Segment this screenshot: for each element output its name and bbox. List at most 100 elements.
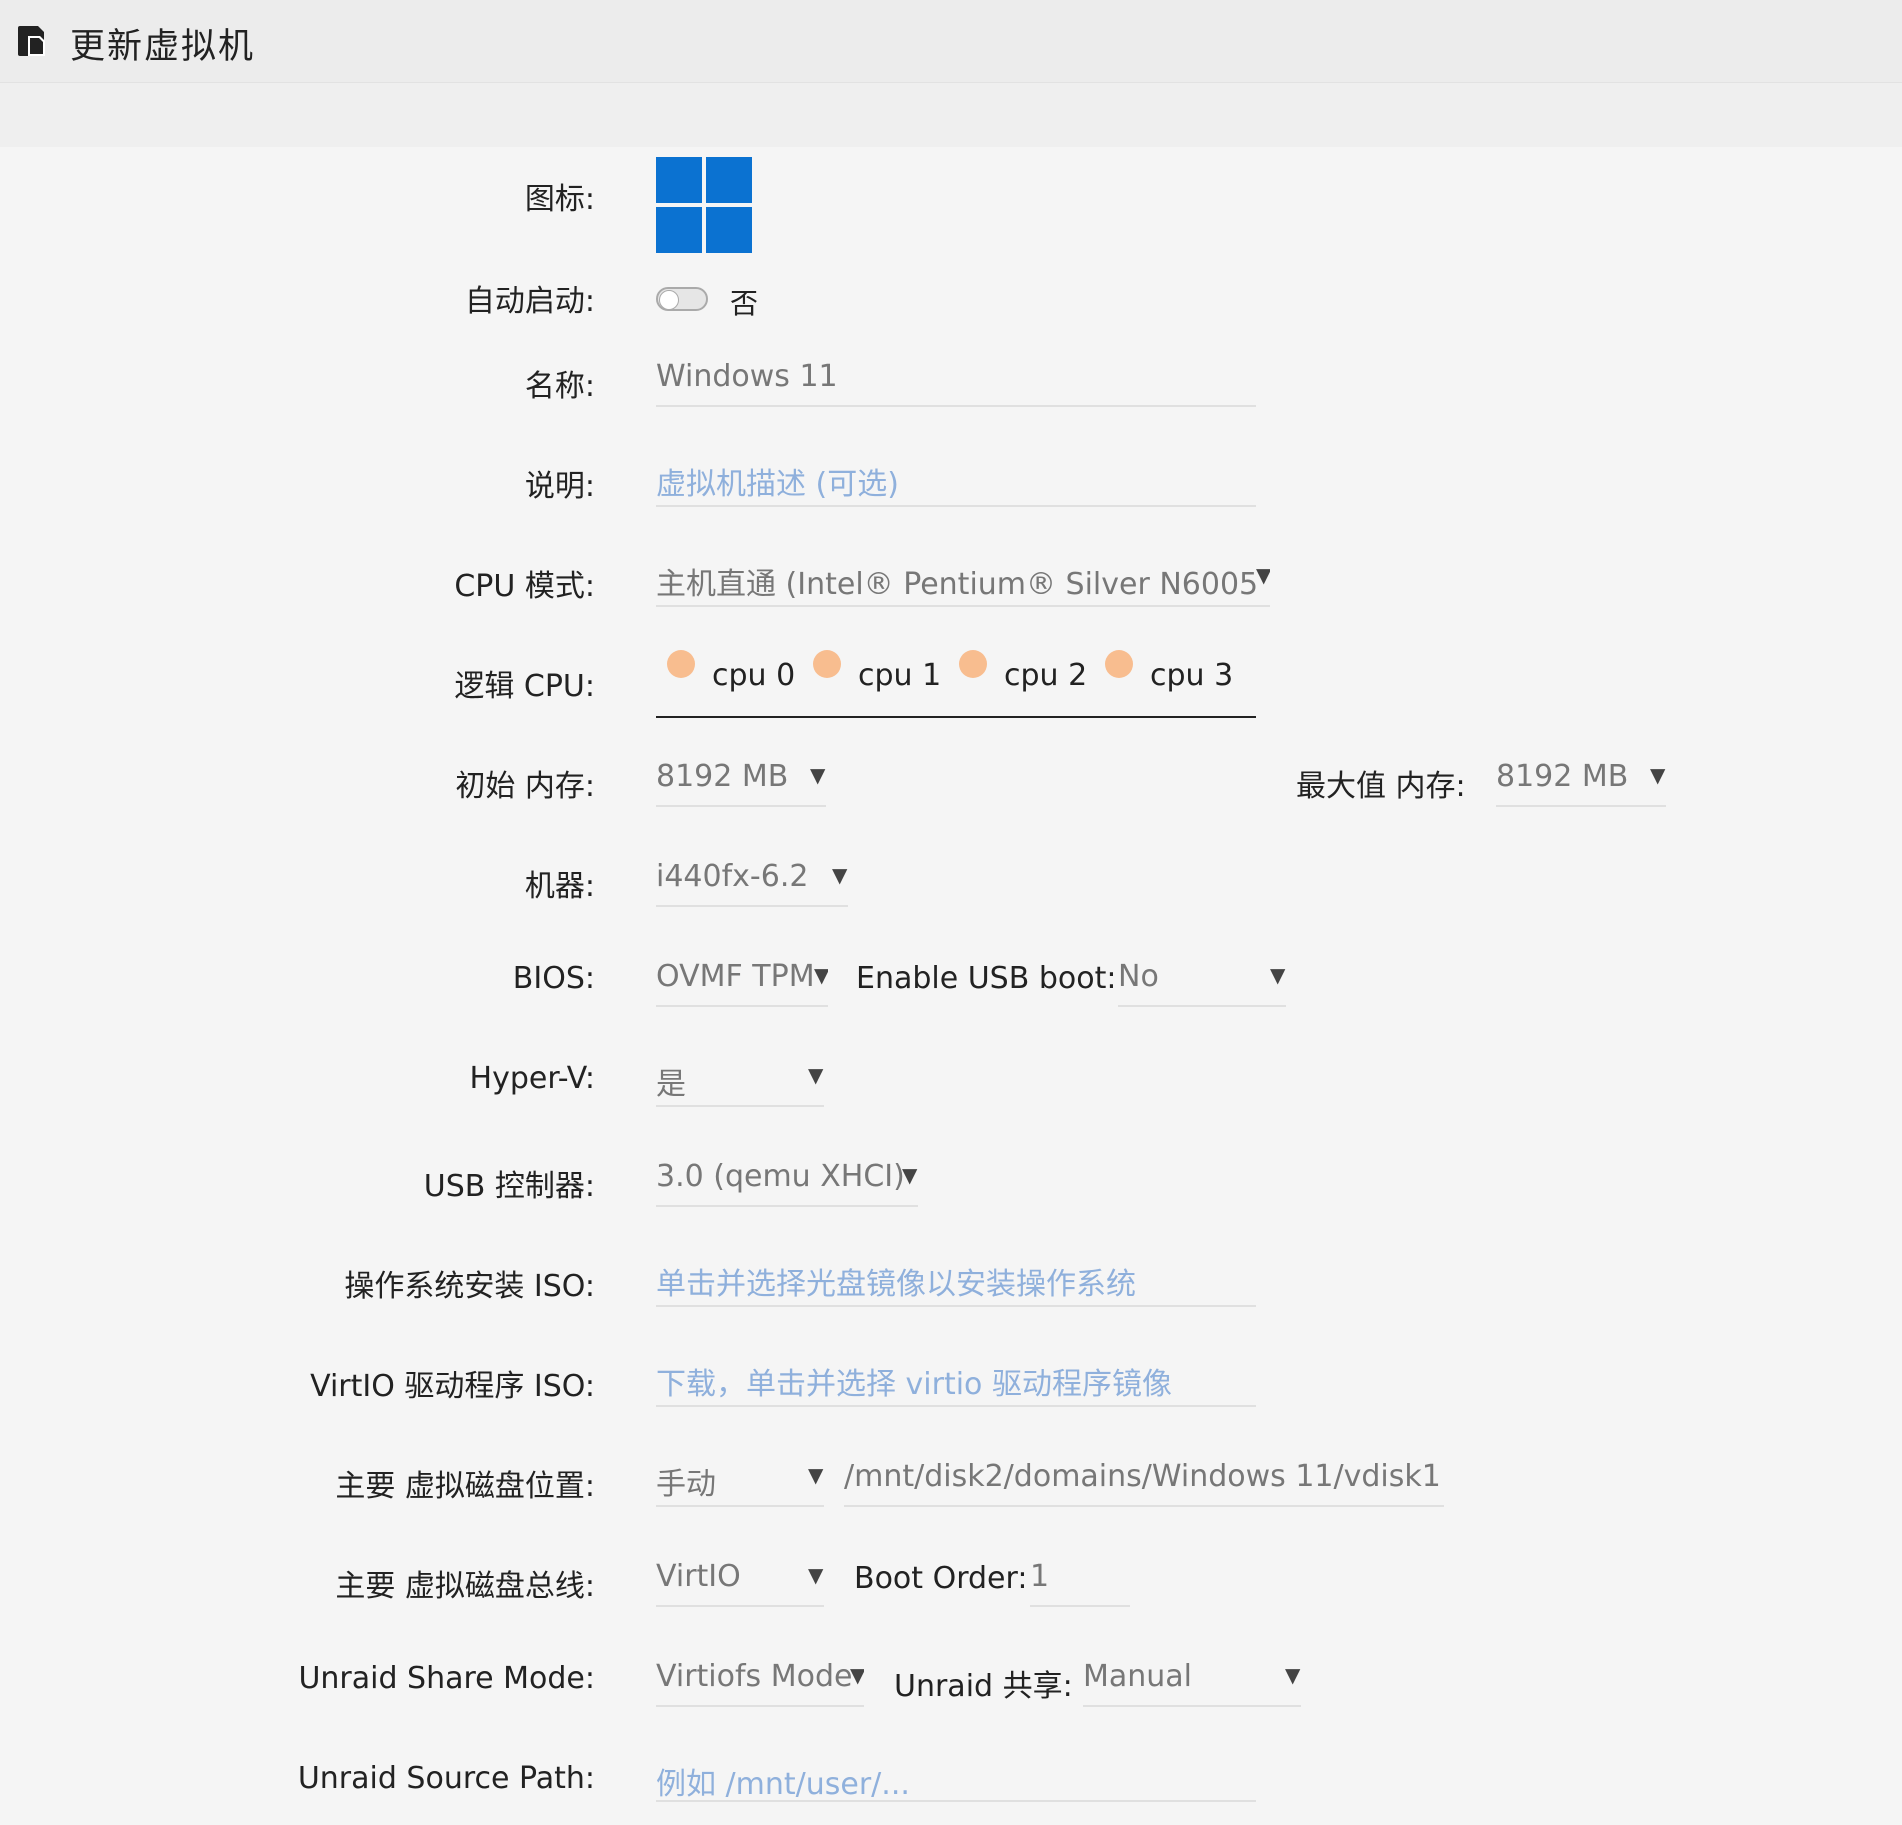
initial-memory-label: 初始 内存:: [455, 769, 595, 804]
cpu-mode-select[interactable]: 主机直通 (Intel® Pentium® Silver N6005 ▼: [656, 545, 1270, 607]
cpu-label: cpu 2: [1004, 658, 1088, 693]
primary-disk-bus-value: VirtIO: [656, 1559, 741, 1594]
autostart-toggle[interactable]: [656, 287, 708, 311]
bios-select[interactable]: OVMF TPM ▼: [656, 945, 828, 1007]
toggle-knob: [659, 290, 679, 310]
share-mode-row: Unraid Share Mode: Virtiofs Mode ▼ Unrai…: [0, 1645, 1902, 1725]
cpu-checkbox-0[interactable]: cpu 0: [667, 650, 796, 693]
chevron-down-icon: ▼: [808, 1463, 824, 1487]
virtio-iso-row: VirtIO 驱动程序 ISO: 下载，单击并选择 virtio 驱动程序镜像: [0, 1345, 1902, 1425]
unraid-share-value: Manual: [1083, 1659, 1193, 1694]
primary-disk-bus-label: 主要 虚拟磁盘总线:: [335, 1569, 595, 1604]
cpu-label: cpu 1: [858, 658, 942, 693]
primary-disk-location-select[interactable]: 手动 ▼: [656, 1445, 824, 1507]
unraid-share-select[interactable]: Manual ▼: [1083, 1645, 1301, 1707]
chevron-down-icon: ▼: [850, 1663, 864, 1687]
virtio-iso-placeholder: 下载，单击并选择 virtio 驱动程序镜像: [656, 1367, 1172, 1402]
chevron-down-icon: ▼: [1270, 963, 1286, 987]
name-input[interactable]: Windows 11: [656, 345, 1256, 407]
description-label: 说明:: [524, 469, 595, 504]
icon-row: 图标:: [0, 160, 1902, 240]
share-mode-select[interactable]: Virtiofs Mode ▼: [656, 1645, 864, 1707]
copy-document-icon: [14, 22, 52, 60]
cpu-label: cpu 0: [712, 658, 796, 693]
autostart-value: 否: [730, 287, 759, 320]
chevron-down-icon: ▼: [1285, 1663, 1301, 1687]
chevron-down-icon: ▼: [832, 863, 848, 887]
max-memory-value: 8192 MB: [1496, 759, 1629, 794]
chevron-down-icon: ▼: [808, 1563, 824, 1587]
bios-value: OVMF TPM: [656, 959, 815, 994]
machine-row: 机器: i440fx-6.2 ▼: [0, 845, 1902, 925]
primary-disk-bus-row: 主要 虚拟磁盘总线: VirtIO ▼ Boot Order: 1: [0, 1545, 1902, 1625]
hyperv-select[interactable]: 是 ▼: [656, 1045, 824, 1107]
chevron-down-icon: ▼: [810, 763, 826, 787]
primary-disk-bus-select[interactable]: VirtIO ▼: [656, 1545, 824, 1607]
usb-boot-label: Enable USB boot:: [856, 961, 1117, 996]
cpu-dot-icon: [813, 650, 841, 678]
bios-label: BIOS:: [512, 961, 595, 996]
cpu-checkbox-1[interactable]: cpu 1: [813, 650, 942, 693]
initial-memory-value: 8192 MB: [656, 759, 789, 794]
virtio-iso-input[interactable]: 下载，单击并选择 virtio 驱动程序镜像: [656, 1345, 1256, 1407]
chevron-down-icon: ▼: [1650, 763, 1666, 787]
cpu-dot-icon: [667, 650, 695, 678]
os-iso-row: 操作系统安装 ISO: 单击并选择光盘镜像以安装操作系统: [0, 1245, 1902, 1325]
windows-logo-icon[interactable]: [656, 157, 752, 253]
description-input[interactable]: 虚拟机描述 (可选): [656, 445, 1256, 507]
source-path-label: Unraid Source Path:: [297, 1761, 595, 1796]
virtio-iso-label: VirtIO 驱动程序 ISO:: [310, 1369, 595, 1404]
usb-boot-select[interactable]: No ▼: [1118, 945, 1286, 1007]
cpu-mode-value: 主机直通 (Intel® Pentium® Silver N6005: [656, 567, 1256, 602]
initial-memory-select[interactable]: 8192 MB ▼: [656, 745, 826, 807]
unraid-share-label: Unraid 共享:: [894, 1669, 1073, 1704]
machine-value: i440fx-6.2: [656, 859, 809, 894]
name-row: 名称: Windows 11: [0, 345, 1902, 425]
usb-boot-value: No: [1118, 959, 1159, 994]
boot-order-value: 1: [1030, 1559, 1050, 1594]
autostart-row: 自动启动: 否: [0, 260, 1902, 340]
os-iso-label: 操作系统安装 ISO:: [344, 1269, 595, 1304]
description-placeholder: 虚拟机描述 (可选): [656, 467, 899, 502]
usb-controller-label: USB 控制器:: [423, 1169, 595, 1204]
chevron-down-icon: ▼: [902, 1163, 918, 1187]
chevron-down-icon: ▼: [1256, 563, 1270, 587]
cpu-dot-icon: [1105, 650, 1133, 678]
usb-controller-row: USB 控制器: 3.0 (qemu XHCI) ▼: [0, 1145, 1902, 1225]
max-memory-label: 最大值 内存:: [1296, 769, 1466, 804]
os-iso-input[interactable]: 单击并选择光盘镜像以安装操作系统: [656, 1245, 1256, 1307]
primary-disk-path-input[interactable]: /mnt/disk2/domains/Windows 11/vdisk1.img: [844, 1445, 1444, 1507]
logical-cpu-label: 逻辑 CPU:: [454, 669, 595, 704]
usb-controller-select[interactable]: 3.0 (qemu XHCI) ▼: [656, 1145, 918, 1207]
usb-controller-value: 3.0 (qemu XHCI): [656, 1159, 905, 1194]
logical-cpu-group: cpu 0 cpu 1 cpu 2 cpu 3: [656, 640, 1256, 718]
hyperv-row: Hyper-V: 是 ▼: [0, 1045, 1902, 1125]
cpu-dot-icon: [959, 650, 987, 678]
share-mode-label: Unraid Share Mode:: [298, 1661, 595, 1696]
boot-order-input[interactable]: 1: [1030, 1545, 1130, 1607]
primary-disk-location-value: 手动: [656, 1467, 716, 1502]
machine-select[interactable]: i440fx-6.2 ▼: [656, 845, 848, 907]
primary-disk-path-value: /mnt/disk2/domains/Windows 11/vdisk1.img: [844, 1459, 1444, 1494]
cpu-checkbox-2[interactable]: cpu 2: [959, 650, 1088, 693]
primary-disk-location-row: 主要 虚拟磁盘位置: 手动 ▼ /mnt/disk2/domains/Windo…: [0, 1445, 1902, 1525]
source-path-row: Unraid Source Path: 例如 /mnt/user/...: [0, 1745, 1902, 1825]
page-title: 更新虚拟机: [70, 27, 256, 67]
autostart-label: 自动启动:: [464, 284, 595, 319]
title-bar: 更新虚拟机: [0, 0, 1902, 83]
cpu-label: cpu 3: [1150, 658, 1234, 693]
bios-row: BIOS: OVMF TPM ▼ Enable USB boot: No ▼: [0, 945, 1902, 1025]
memory-row: 初始 内存: 8192 MB ▼ 最大值 内存: 8192 MB ▼: [0, 745, 1902, 825]
chevron-down-icon: ▼: [814, 963, 828, 987]
max-memory-select[interactable]: 8192 MB ▼: [1496, 745, 1666, 807]
name-label: 名称:: [524, 369, 595, 404]
share-mode-value: Virtiofs Mode: [656, 1659, 853, 1694]
source-path-input[interactable]: 例如 /mnt/user/...: [656, 1745, 1256, 1802]
hyperv-value: 是: [656, 1067, 686, 1102]
name-value: Windows 11: [656, 359, 838, 394]
cpu-checkbox-3[interactable]: cpu 3: [1105, 650, 1234, 693]
boot-order-label: Boot Order:: [854, 1561, 1028, 1596]
primary-disk-location-label: 主要 虚拟磁盘位置:: [335, 1469, 595, 1504]
cpu-mode-row: CPU 模式: 主机直通 (Intel® Pentium® Silver N60…: [0, 545, 1902, 625]
chevron-down-icon: ▼: [808, 1063, 824, 1087]
